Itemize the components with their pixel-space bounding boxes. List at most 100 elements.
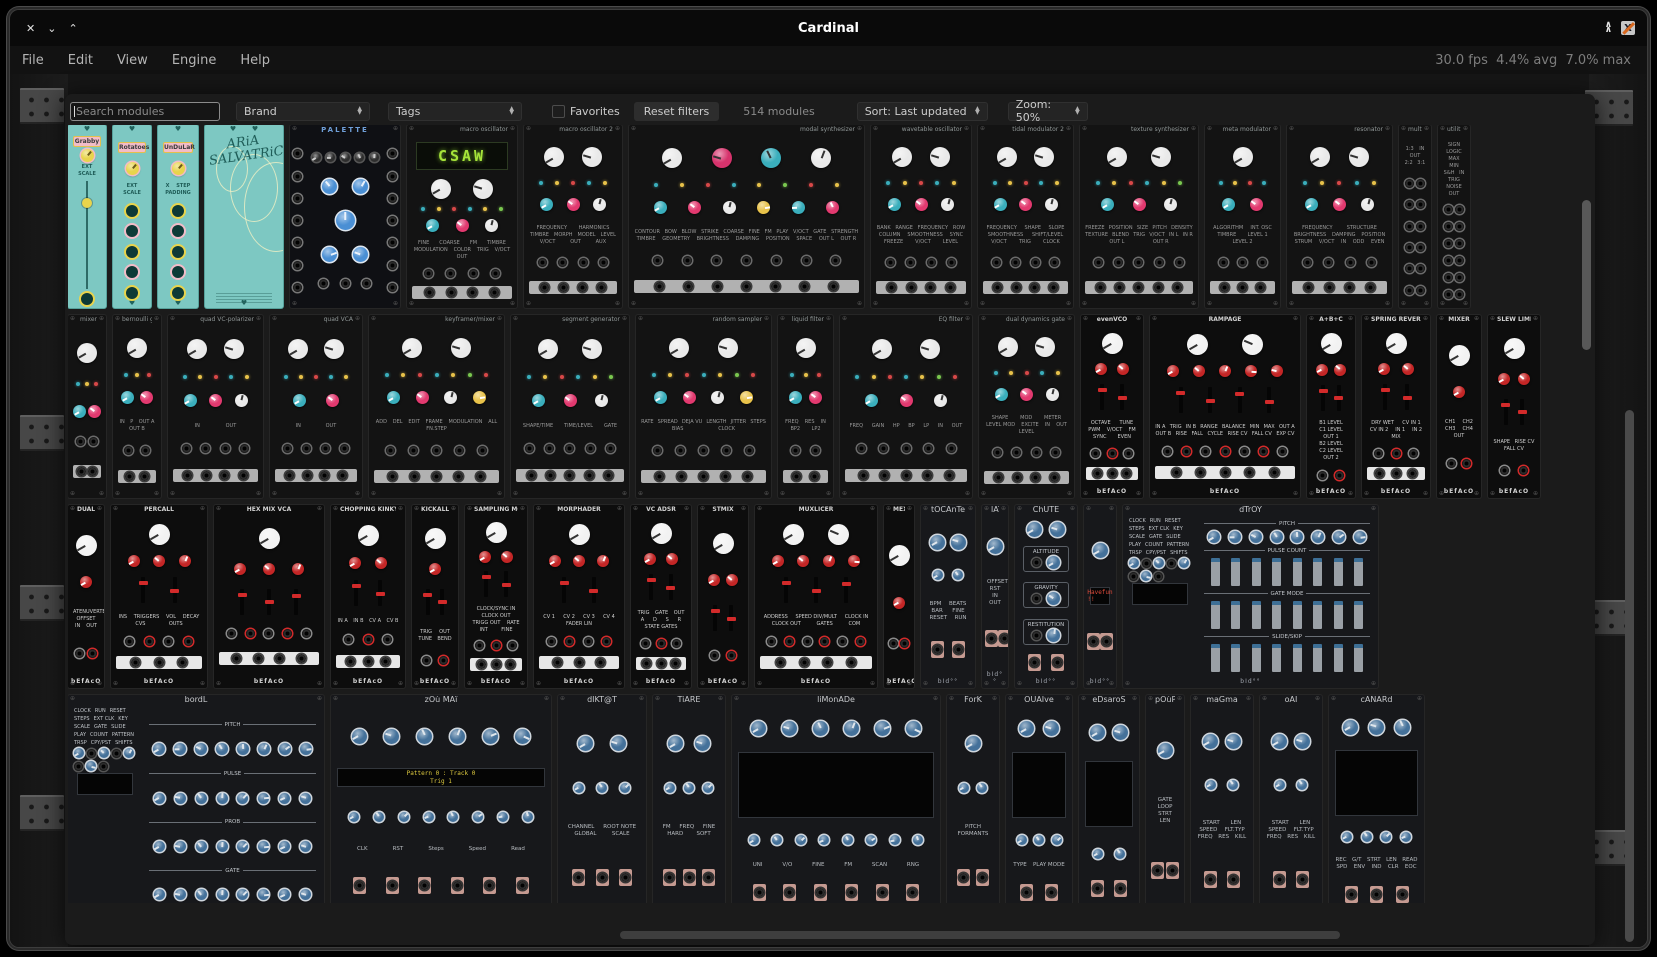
menu-file[interactable]: File [10,50,56,71]
module-card-canard[interactable]: ⊕⊕⊕⊕cANARdRECG/TSTRTLENREADSPDENVINDCLRE… [1329,695,1424,903]
knob-pointer [1454,392,1459,396]
close-button[interactable]: ✕ [26,22,35,35]
module-card-spring-reverb[interactable]: ⊕⊕⊕⊕SPRING REVERBDRY WETCV IN 1CV IN 2IN… [1362,315,1430,498]
module-card-mixer[interactable]: ⊕⊕⊕⊕mixer [68,315,106,498]
module-card-modal-synthesizer[interactable]: ⊕⊕⊕⊕modal synthesizerCONTOURBOWBLOWSTRIK… [629,125,864,308]
module-card-sampling-modulator[interactable]: ⊕⊕⊕⊕SAMPLING MODULATORCLOCK/SYNC INCLOCK… [465,505,527,688]
module-card-dikt-t[interactable]: ⊕⊕⊕⊕dIKT@TCHANNELROOT NOTEGLOBALSCALEbId… [558,695,646,903]
module-card-ouaive[interactable]: ⊕⊕⊕⊕OUAIveTYPEPLAY MODEbId°° [1006,695,1072,903]
module-card-macro-oscillator-2[interactable]: ⊕⊕⊕⊕macro oscillator 2FREQUENCYHARMONICS… [524,125,622,308]
module-card-a-b-c[interactable]: ⊕⊕⊕⊕A+B+CB1 LEVELC1 LEVELOUT 1B2 LEVELC2… [1307,315,1355,498]
module-card-resonator[interactable]: ⊕⊕⊕⊕resonatorFREQUENCYSTRUCTUREBRIGHTNES… [1287,125,1392,308]
panel-row [981,181,1070,185]
zoom-select[interactable]: Zoom: 50% ▲▼ [1008,102,1088,121]
module-card-muxlicer[interactable]: ⊕⊕⊕⊕MUXLICERADDRESSSPEED DIV/MULTCLOCK I… [755,505,877,688]
maximize-button[interactable]: ⌃ [68,22,77,35]
module-card-quad-vca[interactable]: ⊕⊕⊕⊕quad VCAINOUT [270,315,362,498]
module-label: MAX [1448,156,1459,162]
module-card-percall[interactable]: ⊕⊕⊕⊕PERCALLINsTRIGGERSVOLDECAYCVsOUTSbEf… [111,505,207,688]
module-card-stmix[interactable]: ⊕⊕⊕⊕STMIXbEfAcO [698,505,748,688]
module-card-random-sampler[interactable]: ⊕⊕⊕⊕random samplerRATESPREADDEJA VULENGT… [636,315,771,498]
module-card-evenvco[interactable]: ⊕⊕⊕⊕evenVCOOCTAVETUNEPWMV/OCTFMSYNCEVENb… [1081,315,1143,498]
minimize-button[interactable]: ⌄ [47,22,56,35]
module-card-tiare[interactable]: ⊕⊕⊕⊕TiAREFMFREQFINEHARDSOFTbId°° [653,695,725,903]
module-card-kickall[interactable]: ⊕⊕⊕⊕KICKALLTRIGOUTTUNEBENDbEfAcO [412,505,458,688]
menu-help[interactable]: Help [228,50,282,71]
knob-pointer [1130,563,1134,566]
module-card-palette[interactable]: ⊕⊕⊕⊕PALETTE [290,125,400,308]
search-input[interactable] [75,105,216,118]
led-icon [245,375,249,379]
favorites-checkbox[interactable] [552,105,565,118]
module-card-undular[interactable]: ♥♥UnDuLaRXStepPadding [158,125,198,308]
module-card-dual-atenuverter[interactable]: ⊕⊕⊕⊕DUAL ATENUVERTERATENUVERTEROFFSETINO… [68,505,104,688]
module-card-limonade[interactable]: ⊕⊕⊕⊕liMonADeUNIV/OFINEFMSCANRNGbId°° [732,695,940,903]
module-card-bernoulli-gate[interactable]: ⊕⊕⊕⊕bernoulli gateINPOUT AOUT B [113,315,161,498]
module-card-magma[interactable]: ⊕⊕⊕⊕maGmaSTARTLENSPEEDFLT.TYPFREQRESKILL… [1191,695,1253,903]
module-card-edsaros[interactable]: ⊕⊕⊕⊕eDsaroSbId°° [1079,695,1139,903]
collapse-icon[interactable]: ∧ ∧ [1605,23,1612,33]
module-card-tocante[interactable]: ⊕⊕⊕⊕tOCAnTeBPMBEATSBARFINERESETRUNbId°° [921,505,975,688]
module-card-utilities[interactable]: ⊕⊕⊕⊕utilitiesSIGNLOGICMAXMINS&HINTRIGNOI… [1438,125,1470,308]
browser-horizontal-scrollbar[interactable] [620,931,1340,939]
tags-filter-select[interactable]: Tags ▲▼ [388,102,522,121]
module-card-mixer[interactable]: ⊕⊕⊕⊕MIXERCH1CH2CH3CH4OUTbEfAcO [1437,315,1481,498]
module-card-grabby[interactable]: ♥♥GrabbyExtScale [68,125,106,308]
module-card-mex[interactable]: ⊕⊕⊕⊕MEXbEfAcO [884,505,914,688]
search-box[interactable] [70,102,220,121]
module-card-vc-adsr[interactable]: ⊕⊕⊕⊕VC ADSRTRIGGATEOUTADSRSTATE GATESbEf… [631,505,691,688]
module-label: AUX [596,239,607,245]
module-label: LEVEL [943,239,958,245]
jack-icon [558,258,567,267]
module-card-chopping-kinky[interactable]: ⊕⊕⊕⊕CHOPPING KINKYIN AIN BCV ACV BbEfAcO [331,505,405,688]
module-card-dtroy[interactable]: ⊕⊕⊕⊕dTrOYCLOCKRUNRESETSTEPSEXT CLKKEYSCA… [1123,505,1378,688]
module-card-zo-ma[interactable]: ⊕⊕⊕⊕zOù MAïPattern 0 : Track 0Trig 1CLKR… [331,695,551,903]
browser-vertical-scrollbar[interactable] [1582,200,1591,350]
brand-filter-select[interactable]: Brand ▲▼ [236,102,370,121]
module-card-morphader[interactable]: ⊕⊕⊕⊕MORPHADERCV 1CV 2CV 3CV 4FADER LINbE… [534,505,624,688]
module-card-rampage[interactable]: ⊕⊕⊕⊕RAMPAGEIN ATRIGIN BRANGEBALANCEMINMA… [1150,315,1300,498]
module-preview [71,326,103,495]
module-card-hex-mix-vca[interactable]: ⊕⊕⊕⊕HEX MIX VCAbEfAcO [214,505,324,688]
module-card-dual-dynamics-gate[interactable]: ⊕⊕⊕⊕dual dynamics gateSHAPEMODMETERLEVEL… [979,315,1074,498]
module-card-chute[interactable]: ⊕⊕⊕⊕ChUTEALTITUDEGRAVITYRESTITUTIONbId°° [1015,505,1077,688]
module-card-slew-limiter[interactable]: ⊕⊕⊕⊕SLEW LIMITERSHAPERISE CVFALL CVbEfAc… [1488,315,1540,498]
module-label: CLR [1388,864,1399,870]
module-card-rotatoes[interactable]: ♥♥RotatoesExtScale [113,125,151,308]
module-card-liquid-filter[interactable]: ⊕⊕⊕⊕liquid filterFREQRESINBP2LP2 [778,315,833,498]
knob-icon [1343,720,1358,735]
module-card[interactable]: ⊕⊕⊕⊕Havefun !!bId°° [1084,505,1116,688]
screw-icon: ⊕ [1371,506,1376,512]
rack-vertical-scrollbar[interactable] [1625,410,1634,942]
module-card-wavetable-oscillator[interactable]: ⊕⊕⊕⊕wavetable oscillatorBANKRANGEFREQUEN… [871,125,971,308]
section-label: SLIDE/SKIP [1204,634,1370,640]
module-card-multiples[interactable]: ⊕⊕⊕⊕multiples1:3INOUT2:23:1 [1399,125,1431,308]
menu-engine[interactable]: Engine [160,50,229,71]
module-card-keyframer-mixer[interactable]: ⊕⊕⊕⊕keyframer/mixerADDDELEDITFRAMEMODULA… [369,315,504,498]
module-card-oai[interactable]: ⊕⊕⊕⊕oAISTARTLENSPEEDFLT.TYPFREQRESKILLbI… [1260,695,1322,903]
module-card-tidal-modulator-2[interactable]: ⊕⊕⊕⊕tidal modulator 2FREQUENCYSHAPESLOPE… [978,125,1073,308]
module-card-eq-filter[interactable]: ⊕⊕⊕⊕EQ filterFREQGAINHPBPLPINOUT [840,315,972,498]
module-card[interactable]: ♥♥♥ARiASALVATRiCE [205,125,283,308]
module-card-segment-generator[interactable]: ⊕⊕⊕⊕segment generatorSHAPE/TIMETIME/LEVE… [511,315,629,498]
module-card-bordl[interactable]: ⊕⊕⊕⊕bordLCLOCKRUNRESETSTEPSEXT CLKKEYSCA… [68,695,324,903]
module-card-po-pre[interactable]: ⊕⊕⊕⊕pOùPrEGATELOOPSTRTLENbId°° [1146,695,1184,903]
led-icon [421,207,425,211]
module-card-texture-synthesizer[interactable]: ⊕⊕⊕⊕texture synthesizerFREEZEPOSITIONSIZ… [1080,125,1198,308]
knob-icon [196,889,207,900]
sort-select[interactable]: Sort: Last updated ▲▼ [857,102,988,121]
panel-row [71,649,101,658]
reset-filters-button[interactable]: Reset filters [634,102,720,121]
module-card-meta-modulator[interactable]: ⊕⊕⊕⊕meta modulatorALGORITHMINT. OSCTIMBR… [1205,125,1280,308]
module-label: FINE [812,862,824,868]
module-label: DEJA VU [682,419,703,425]
module-card-macro-oscillator[interactable]: ⊕⊕⊕⊕macro oscillatorCSAWFINECOARSEFMTIMB… [407,125,517,308]
menu-view[interactable]: View [105,50,160,71]
knob-pointer [1020,728,1026,732]
module-card-fork[interactable]: ⊕⊕⊕⊕ForKPITCHFORMANTSbId°° [947,695,999,903]
menu-edit[interactable]: Edit [56,50,105,71]
module-card-late[interactable]: ⊕⊕⊕⊕lATeOFFSETRSTINOUTbId°° [982,505,1008,688]
jack-icon [1154,283,1163,292]
knob-icon [713,533,734,554]
module-card-quad-vc-polarizer[interactable]: ⊕⊕⊕⊕quad VC-polarizerINOUT [168,315,263,498]
